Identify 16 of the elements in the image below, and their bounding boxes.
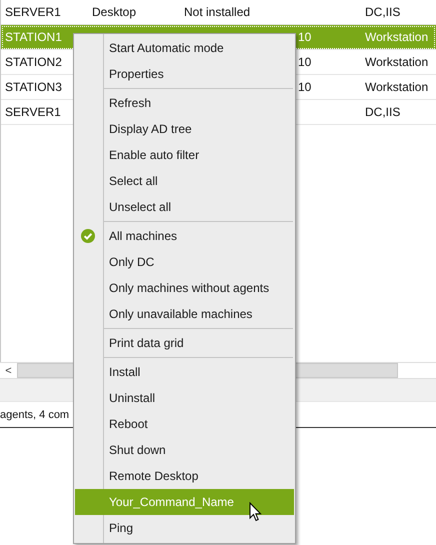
table-cell: STATION3 [5,80,62,94]
table-cell: DC,IIS [365,105,400,119]
table-cell: Workstation [365,55,428,69]
table-cell: SERVER1 [5,105,61,119]
table-cell: Workstation [365,80,428,94]
table-cell: 10 [298,55,312,69]
table-cell: Not installed [184,5,250,19]
table-cell: SERVER1 [5,5,61,19]
table-cell: 10 [298,30,312,44]
status-text: agents, 4 com [0,408,70,420]
table-cell: DC,IIS [365,5,400,19]
table-cell: Workstation [365,30,428,44]
table-cell: STATION1 [5,30,62,44]
table-cell: Desktop [92,5,136,19]
table-cell: 10 [298,80,312,94]
table-cell: STATION2 [5,55,62,69]
